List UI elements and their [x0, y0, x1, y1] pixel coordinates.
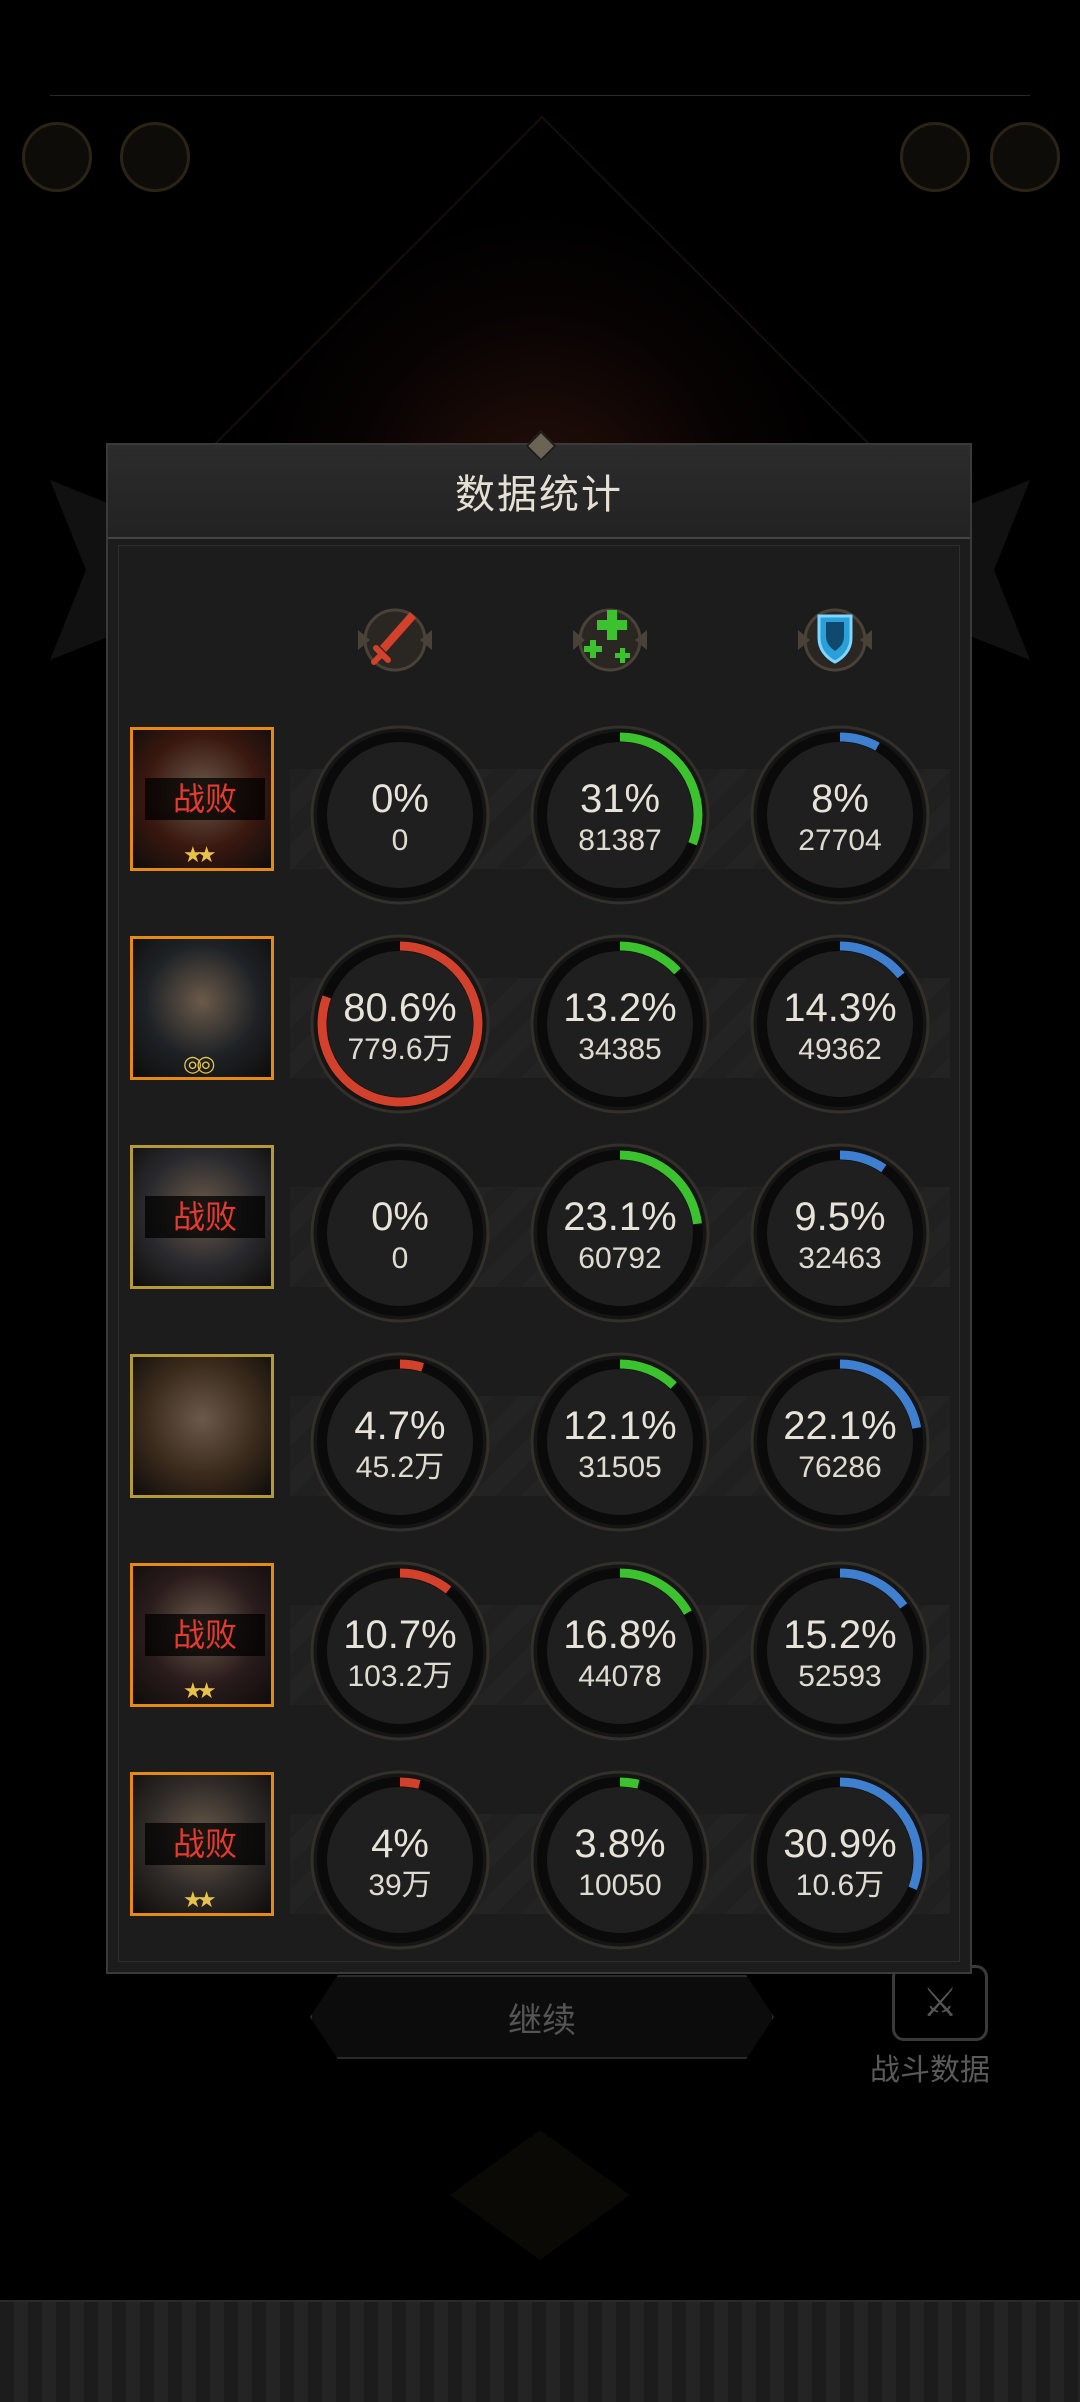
damage-percent: 10.7% [343, 1613, 457, 1657]
heal-stat-ring: 12.1% 31505 [528, 1350, 712, 1534]
hero-avatar[interactable]: 战败 ★★ [130, 1563, 274, 1707]
center-emblem-icon [450, 2130, 630, 2260]
damage-stat-ring: 10.7% 103.2万 [308, 1559, 492, 1743]
tank-value: 10.6万 [795, 1869, 885, 1902]
hero-row: ◎◎ 80.6% 779.6万 13.2% 34385 14.3% 49362 [130, 934, 950, 1116]
damage-value: 45.2万 [355, 1451, 445, 1484]
continue-label: 继续 [508, 2001, 576, 2040]
speed-icon[interactable] [120, 122, 190, 192]
heal-percent: 23.1% [563, 1195, 677, 1239]
damage-value: 0 [391, 824, 409, 857]
battle-data-label: 战斗数据 [870, 2054, 990, 2087]
bottom-bar [0, 2300, 1080, 2402]
heal-stat-ring: 16.8% 44078 [528, 1559, 712, 1743]
damage-stat-ring: 80.6% 779.6万 [308, 932, 492, 1116]
tank-percent: 15.2% [783, 1613, 897, 1657]
damage-percent: 4% [371, 1822, 429, 1866]
panel-header: 数据统计 [108, 430, 970, 539]
star-rank-badge: ★★ [183, 1888, 217, 1913]
hero-row: 战败 ★★ 0% 0 31% 81387 8% 27704 [130, 725, 950, 907]
heal-value: 60792 [578, 1242, 662, 1275]
top-divider [50, 95, 1030, 96]
tank-percent: 8% [811, 777, 869, 821]
hero-row: 战败 ★★ 10.7% 103.2万 16.8% 44078 15.2% 52593 [130, 1561, 950, 1743]
defeated-label: 战败 [145, 1614, 265, 1656]
battle-data-icon: ⚔ [892, 1965, 988, 2041]
tank-value: 49362 [798, 1033, 882, 1066]
close-icon[interactable] [990, 122, 1060, 192]
tank-stat-ring: 8% 27704 [748, 723, 932, 907]
damage-percent: 0% [371, 777, 429, 821]
heal-percent: 3.8% [574, 1822, 666, 1866]
heal-stat-ring: 13.2% 34385 [528, 932, 712, 1116]
damage-stat-ring: 0% 0 [308, 723, 492, 907]
tank-percent: 30.9% [783, 1822, 897, 1866]
tank-stat-ring: 30.9% 10.6万 [748, 1768, 932, 1952]
tank-stat-ring: 22.1% 76286 [748, 1350, 932, 1534]
heal-percent: 16.8% [563, 1613, 677, 1657]
heal-value: 34385 [578, 1033, 662, 1066]
heal-stat-ring: 3.8% 10050 [528, 1768, 712, 1952]
heal-value: 44078 [578, 1660, 662, 1693]
damage-percent: 4.7% [354, 1404, 446, 1448]
hero-avatar[interactable]: 战败 ★★ [130, 1772, 274, 1916]
tank-value: 32463 [798, 1242, 882, 1275]
heal-value: 10050 [578, 1869, 662, 1902]
heal-stat-ring: 31% 81387 [528, 723, 712, 907]
heal-value: 81387 [578, 824, 662, 857]
damage-value: 39万 [368, 1869, 432, 1902]
heal-stat-ring: 23.1% 60792 [528, 1141, 712, 1325]
damage-percent: 0% [371, 1195, 429, 1239]
heal-percent: 31% [579, 777, 661, 821]
damage-value: 779.6万 [347, 1033, 453, 1066]
tank-stat-ring: 9.5% 32463 [748, 1141, 932, 1325]
hero-avatar[interactable] [130, 1354, 274, 1498]
battle-data-button[interactable]: ⚔ 战斗数据 [870, 1965, 1000, 2087]
continue-button[interactable]: 继续 [310, 1975, 774, 2059]
star-rank-badge: ★★ [183, 843, 217, 868]
defense-column-icon [790, 600, 880, 680]
tank-stat-ring: 15.2% 52593 [748, 1559, 932, 1743]
hero-portrait [133, 1357, 271, 1495]
star-rank-badge: ◎◎ [183, 1052, 216, 1077]
damage-value: 103.2万 [347, 1660, 453, 1693]
hero-row: 4.7% 45.2万 12.1% 31505 22.1% 76286 [130, 1352, 950, 1534]
damage-column-icon [350, 600, 440, 680]
tank-value: 76286 [798, 1451, 882, 1484]
tank-stat-ring: 14.3% 49362 [748, 932, 932, 1116]
damage-stat-ring: 4% 39万 [308, 1768, 492, 1952]
hero-row: 战败 ★★ 4% 39万 3.8% 10050 30.9% 10.6万 [130, 1770, 950, 1952]
tank-value: 27704 [798, 824, 882, 857]
damage-stat-ring: 0% 0 [308, 1141, 492, 1325]
hero-row: 战败 0% 0 23.1% 60792 9.5% 32463 [130, 1143, 950, 1325]
heal-value: 31505 [578, 1451, 662, 1484]
tank-percent: 9.5% [794, 1195, 886, 1239]
hero-avatar[interactable]: ◎◎ [130, 936, 274, 1080]
hero-avatar[interactable]: 战败 [130, 1145, 274, 1289]
defeated-label: 战败 [145, 778, 265, 820]
tank-percent: 14.3% [783, 986, 897, 1030]
damage-value: 0 [391, 1242, 409, 1275]
hero-avatar[interactable]: 战败 ★★ [130, 727, 274, 871]
tank-percent: 22.1% [783, 1404, 897, 1448]
panel-title: 数据统计 [455, 473, 623, 517]
heal-percent: 12.1% [563, 1404, 677, 1448]
defeated-label: 战败 [145, 1196, 265, 1238]
tank-value: 52593 [798, 1660, 882, 1693]
heal-column-icon [565, 600, 655, 680]
defeated-label: 战败 [145, 1823, 265, 1865]
menu-icon[interactable] [900, 122, 970, 192]
heal-percent: 13.2% [563, 986, 677, 1030]
damage-stat-ring: 4.7% 45.2万 [308, 1350, 492, 1534]
play-icon[interactable] [22, 122, 92, 192]
star-rank-badge: ★★ [183, 1679, 217, 1704]
damage-percent: 80.6% [343, 986, 457, 1030]
